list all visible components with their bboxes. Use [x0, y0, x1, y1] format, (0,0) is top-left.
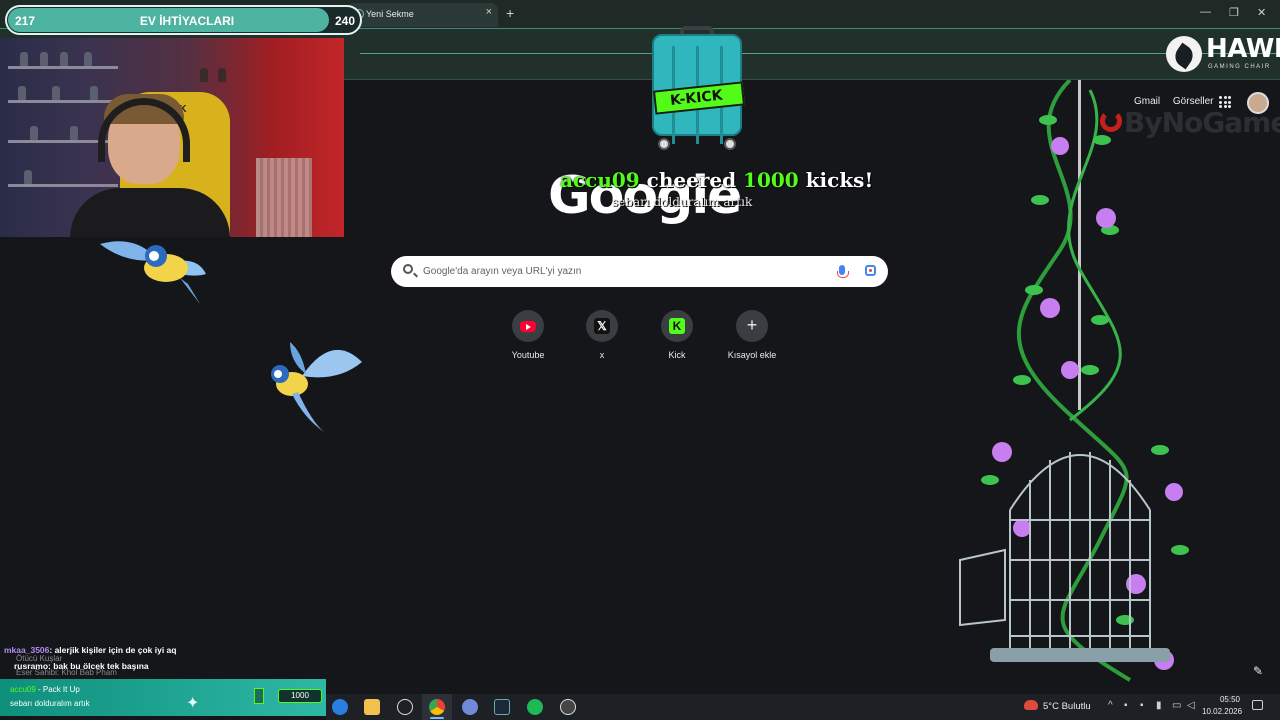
- search-input[interactable]: [423, 262, 823, 281]
- hawk-logo-icon: [1166, 36, 1202, 72]
- x-icon: 𝕏: [594, 318, 610, 334]
- kick-alert-title: accu09 - Pack It Up: [10, 685, 80, 694]
- clock-time[interactable]: 05:50: [1206, 695, 1240, 704]
- tray-expand-icon[interactable]: ^: [1108, 700, 1113, 711]
- account-avatar[interactable]: [1247, 92, 1269, 114]
- shortcut-add[interactable]: + Kısayol ekle: [717, 310, 787, 360]
- toolbar-divider: [360, 53, 1280, 54]
- active-app-indicator: [430, 717, 444, 719]
- google-lens-icon[interactable]: [865, 265, 876, 276]
- clock-date[interactable]: 10.02.2026: [1202, 707, 1242, 716]
- chat-overlay: mkaa_3506: alerjik kişiler için de çok i…: [0, 642, 326, 678]
- search-box[interactable]: [391, 256, 888, 287]
- shortcut-label: x: [599, 350, 605, 360]
- weather-text[interactable]: 5°C Bulutlu: [1043, 701, 1091, 712]
- tab-new-tab[interactable]: Yeni Sekme ×: [346, 3, 498, 27]
- kick-alert-message: sebarı dolduralım artık: [10, 699, 90, 708]
- birdcage-illustration: [959, 80, 1189, 682]
- shortcut-label: Kısayol ekle: [727, 350, 777, 360]
- bird-illustration: [100, 241, 206, 304]
- music-artist-ghost: Eser Sahibi: Khol Bab Pham: [16, 668, 117, 677]
- file-explorer-icon[interactable]: [364, 699, 380, 715]
- shortcut-kick[interactable]: K Kick: [642, 310, 712, 360]
- suitcase-strap: K-KICK: [652, 81, 746, 115]
- kick-suitcase: K-KICK: [650, 26, 746, 152]
- notification-icon[interactable]: [1252, 700, 1263, 710]
- radiator: [256, 158, 312, 237]
- tray-app-icon[interactable]: ▪: [1140, 700, 1144, 711]
- screen: Yeni Sekme × + — ❐ ✕ HAWK GAMING CHAIR B…: [0, 0, 1280, 720]
- spotify-icon[interactable]: [527, 699, 543, 715]
- cheer-amount: 1000: [743, 168, 799, 192]
- cheer-verb: cheered: [646, 168, 737, 192]
- kick-alert-banner: accu09 - Pack It Up sebarı dolduralım ar…: [0, 679, 326, 716]
- bird-illustration: [271, 342, 362, 432]
- suitcase-body: K-KICK: [652, 34, 746, 144]
- kick-icon: K: [669, 318, 685, 334]
- plus-icon: +: [746, 315, 758, 335]
- minimize-button[interactable]: —: [1200, 6, 1211, 18]
- hawk-logo: HAWK GAMING CHAIR: [1166, 34, 1280, 74]
- microphone-icon[interactable]: [837, 265, 849, 278]
- search-icon: [403, 264, 413, 274]
- shortcut-youtube[interactable]: Youtube: [493, 310, 563, 360]
- microphone-tray-icon[interactable]: ▮: [1156, 700, 1162, 711]
- tab-title: Yeni Sekme: [366, 9, 414, 19]
- suitcase-wheel: [658, 138, 670, 150]
- suitcase-wheel: [724, 138, 736, 150]
- discord-icon[interactable]: [462, 699, 478, 715]
- snipping-icon[interactable]: [397, 699, 413, 715]
- tray-app-icon[interactable]: ▪: [1124, 700, 1128, 711]
- hawk-logo-subtext: GAMING CHAIR: [1208, 64, 1271, 70]
- streamer-body: [70, 188, 230, 237]
- hawk-logo-text: HAWK: [1206, 34, 1280, 64]
- edge-icon[interactable]: [332, 699, 348, 715]
- goal-current: 217: [15, 14, 36, 28]
- chrome-icon[interactable]: [429, 699, 445, 715]
- cheer-alert: accu09 cheered 1000 kicks!: [560, 168, 873, 192]
- shortcut-label: Kick: [668, 350, 686, 360]
- goal-target: 240: [335, 14, 356, 28]
- shortcut-label: Youtube: [511, 350, 545, 360]
- shortcut-x[interactable]: 𝕏 x: [567, 310, 637, 360]
- pencil-icon[interactable]: ✎: [1250, 664, 1266, 680]
- tab-close-icon[interactable]: ×: [486, 6, 492, 18]
- sparkle-icon: ✦: [186, 695, 200, 712]
- goal-title: EV İHTİYACLARI: [139, 14, 235, 28]
- google-apps-icon[interactable]: [1219, 96, 1231, 108]
- network-icon[interactable]: ▭: [1172, 700, 1181, 711]
- weather-icon[interactable]: [1024, 700, 1038, 710]
- volume-icon[interactable]: ◁: [1187, 700, 1195, 711]
- new-tab-button[interactable]: +: [506, 5, 514, 21]
- cheer-unit: kicks!: [805, 168, 874, 192]
- steam-icon[interactable]: [494, 699, 510, 715]
- kick-amount-badge: 1000: [278, 689, 322, 703]
- youtube-icon: [520, 321, 536, 332]
- chat-text: : alerjik kişiler için de çok iyi aq: [49, 645, 177, 655]
- kick-cup-icon: [254, 688, 264, 704]
- cheer-message: sebarı dolduralım artık: [612, 195, 753, 209]
- restore-button[interactable]: ❐: [1229, 6, 1239, 19]
- obs-icon[interactable]: [560, 699, 576, 715]
- webcam-feed: HAWK: [0, 38, 344, 237]
- cheer-user: accu09: [560, 168, 640, 192]
- close-window-button[interactable]: ✕: [1257, 6, 1266, 19]
- donation-goal-bar: 217 EV İHTİYACLARI 240: [5, 5, 362, 35]
